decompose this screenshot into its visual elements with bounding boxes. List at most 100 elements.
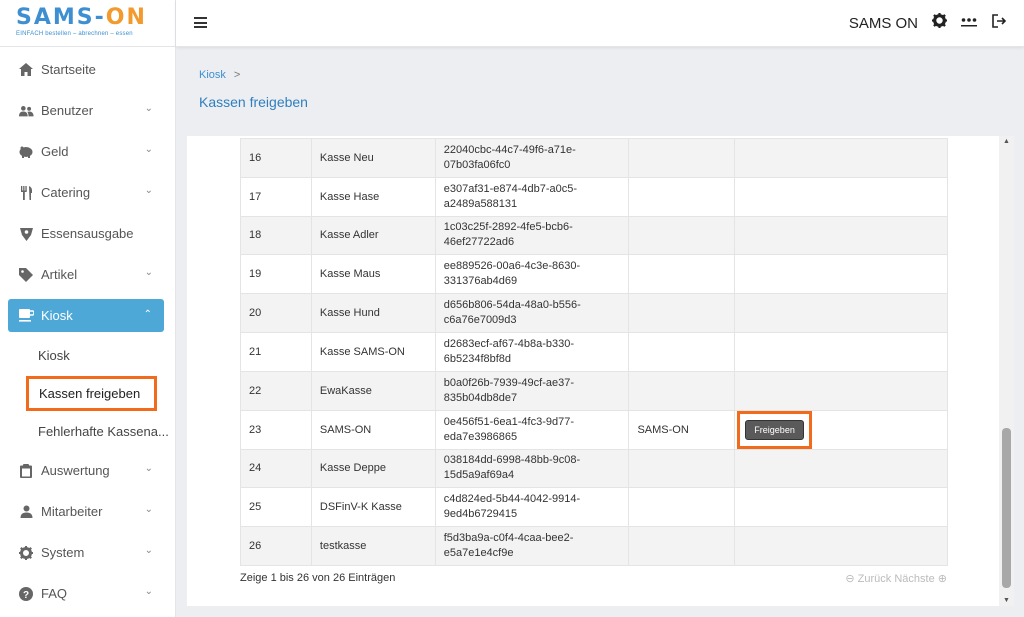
gear-icon[interactable] xyxy=(930,13,948,33)
chevron-down-icon: ⌄ xyxy=(144,267,153,278)
person-icon xyxy=(18,504,34,520)
cell-name: Kasse Adler xyxy=(310,215,436,256)
breadcrumb-link[interactable]: Kiosk xyxy=(199,69,226,81)
sidebar-item-label: Catering xyxy=(41,185,91,200)
sidebar-subitem-kassen-freigeben[interactable]: Kassen freigeben xyxy=(0,374,175,412)
sidebar-item-startseite[interactable]: Startseite xyxy=(0,49,175,90)
sidebar-item-catering[interactable]: Catering ⌄ xyxy=(0,172,175,213)
cell-name: Kasse Maus xyxy=(310,254,436,295)
cell-id: 25 xyxy=(240,487,312,528)
sidebar-item-system[interactable]: System ⌄ xyxy=(0,532,175,573)
table-row: 17 Kasse Hase e307af31-e874-4db7-a0c5- a248… xyxy=(240,176,948,217)
freigeben-button[interactable]: Freigeben xyxy=(745,419,804,440)
chevron-up-icon: ⌃ xyxy=(143,309,152,320)
sidebar-item-label: Kiosk xyxy=(41,308,73,323)
cell-id: 18 xyxy=(240,215,312,256)
sidebar-item-label: Auswertung xyxy=(41,463,110,478)
cell-uuid: e307af31-e874-4db7-a0c5- a2489a588131 xyxy=(434,176,630,217)
sidebar-item-auswertung[interactable]: Auswertung ⌄ xyxy=(0,450,175,491)
sidebar-item-geld[interactable]: Geld ⌄ xyxy=(0,131,175,172)
uuid-line-1: 1c03c25f-2892-4fe5-bcb6- xyxy=(443,221,573,234)
uuid-line-1: e307af31-e874-4db7-a0c5- xyxy=(443,182,578,195)
award-icon xyxy=(18,226,34,242)
cell-id: 24 xyxy=(240,448,312,489)
cell-owner xyxy=(628,215,736,256)
scroll-up-icon[interactable]: ▲ xyxy=(1003,138,1010,145)
cell-id: 23 xyxy=(240,409,312,450)
cell-owner xyxy=(628,254,736,295)
chevron-down-icon: ⌄ xyxy=(144,504,153,515)
uuid-line-2: e5a7e1e4cf9e xyxy=(443,547,514,560)
uuid-line-1: 22040cbc-44c7-49f6-a71e- xyxy=(443,143,576,156)
topbar: SAMS ON xyxy=(176,0,1024,47)
sidebar-item-mitarbeiter[interactable]: Mitarbeiter ⌄ xyxy=(0,491,175,532)
cell-name: Kasse Hase xyxy=(310,176,436,217)
cell-owner xyxy=(628,331,736,372)
uuid-line-1: f5d3ba9a-c0f4-4caa-bee2- xyxy=(443,532,574,545)
breadcrumb: Kiosk > xyxy=(199,69,240,81)
cell-action xyxy=(734,331,948,372)
sidebar-item-label: Startseite xyxy=(41,62,96,77)
svg-text:?: ? xyxy=(23,590,29,601)
cell-owner xyxy=(628,176,736,217)
cell-owner xyxy=(628,293,736,333)
cell-uuid: d656b806-54da-48a0-b556- c6a76e7009d3 xyxy=(434,293,630,333)
page-title: Kassen freigeben xyxy=(199,94,308,110)
cell-action xyxy=(734,487,948,528)
cell-uuid: 22040cbc-44c7-49f6-a71e- 07b03fa06fc0 xyxy=(434,138,630,178)
uuid-line-2: c6a76e7009d3 xyxy=(443,314,517,327)
topbar-actions: SAMS ON xyxy=(849,13,1008,33)
highlight-frame: Freigeben xyxy=(737,410,812,449)
sidebar-item-faq[interactable]: ? FAQ ⌄ xyxy=(0,573,175,614)
cell-name: testkasse xyxy=(310,526,436,566)
prev-button[interactable]: ⊖ Zurück xyxy=(845,573,891,585)
chevron-down-icon: ⌄ xyxy=(144,463,153,474)
users-icon xyxy=(18,103,34,119)
chevron-down-icon: ⌄ xyxy=(144,144,153,155)
sidebar-item-kiosk[interactable]: Kiosk ⌃ xyxy=(8,299,164,332)
cell-id: 21 xyxy=(240,331,312,372)
cell-action xyxy=(734,254,948,295)
sidebar-subitem-fehlerhafte-kassen[interactable]: Fehlerhafte Kassena... xyxy=(0,412,175,450)
content-card: 16 Kasse Neu 22040cbc-44c7-49f6-a71e- 07b03… xyxy=(187,136,999,606)
hamburger-icon[interactable] xyxy=(194,17,207,28)
pagination: ⊖ Zurück Nächste ⊕ xyxy=(845,572,947,585)
uuid-line-2: 46ef27722ad6 xyxy=(443,236,515,249)
cell-action xyxy=(734,526,948,566)
scrollbar[interactable]: ▲ ▼ xyxy=(999,136,1014,606)
cell-action: Freigeben xyxy=(734,409,948,450)
table-row: 22 EwaKasse b0a0f26b-7939-49cf-ae37- 835b04… xyxy=(240,370,948,411)
sidebar-subitem-kiosk[interactable]: Kiosk xyxy=(0,336,175,374)
scroll-down-icon[interactable]: ▼ xyxy=(1003,597,1010,604)
sidebar-item-label: System xyxy=(41,545,85,560)
table-row: 16 Kasse Neu 22040cbc-44c7-49f6-a71e- 07b03… xyxy=(240,138,948,178)
sidebar-item-benutzer[interactable]: Benutzer ⌄ xyxy=(0,90,175,131)
user-name[interactable]: SAMS ON xyxy=(849,15,918,32)
logout-icon[interactable] xyxy=(990,13,1008,33)
cell-uuid: d2683ecf-af67-4b8a-b330- 6b5234f8bf8d xyxy=(434,331,630,372)
tag-icon xyxy=(18,267,34,283)
sidebar-item-label: Artikel xyxy=(41,267,78,282)
table-row: 26 testkasse f5d3ba9a-c0f4-4caa-bee2- e5a7e… xyxy=(240,526,948,566)
sidebar-subitem-label: Fehlerhafte Kassena... xyxy=(38,423,169,439)
logo[interactable]: SAMS-ON EINFACH bestellen – abrechnen – … xyxy=(0,0,175,47)
cell-id: 17 xyxy=(240,176,312,217)
uuid-line-2: 9ed4b6729415 xyxy=(443,508,518,521)
uuid-line-2: 15d5a9af69a4 xyxy=(443,469,515,482)
next-button[interactable]: Nächste ⊕ xyxy=(894,573,947,585)
uuid-line-1: d656b806-54da-48a0-b556- xyxy=(443,299,581,312)
cell-id: 26 xyxy=(240,526,312,566)
sidebar-item-essensausgabe[interactable]: Essensausgabe xyxy=(0,213,175,254)
scrollbar-thumb[interactable] xyxy=(1002,428,1011,588)
uuid-line-2: 835b04db8de7 xyxy=(443,391,518,404)
sidebar-subitem-label: Kiosk xyxy=(38,347,70,363)
cell-id: 19 xyxy=(240,254,312,295)
dots-icon[interactable] xyxy=(960,14,978,32)
uuid-line-2: 6b5234f8bf8d xyxy=(443,352,512,365)
table-row: 20 Kasse Hund d656b806-54da-48a0-b556- c6a7… xyxy=(240,293,948,333)
cell-uuid: f5d3ba9a-c0f4-4caa-bee2- e5a7e1e4cf9e xyxy=(434,526,630,566)
sidebar-item-artikel[interactable]: Artikel ⌄ xyxy=(0,254,175,295)
cell-name: Kasse Neu xyxy=(310,138,436,178)
sidebar-item-label: FAQ xyxy=(41,586,68,601)
cell-name: Kasse Hund xyxy=(310,293,436,333)
